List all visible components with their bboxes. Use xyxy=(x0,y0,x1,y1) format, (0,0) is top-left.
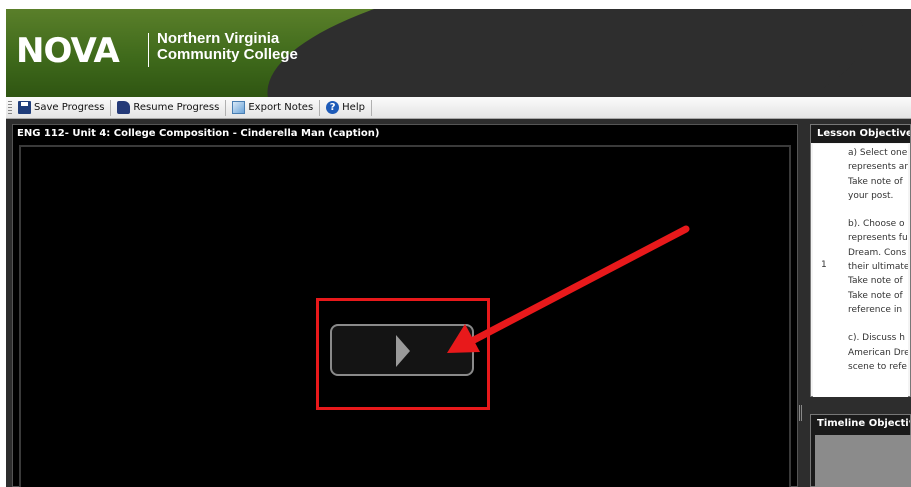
objective-line: represents fu xyxy=(848,233,908,244)
objective-line: scene to refe xyxy=(848,361,907,372)
lesson-objectives-title: Lesson Objectives xyxy=(811,125,910,143)
objective-line: reference in xyxy=(848,304,903,315)
objective-text: a) Select one represents ar Take note of… xyxy=(848,146,908,388)
annotation-arrow-icon xyxy=(447,225,690,353)
objective-line: their ultimate xyxy=(848,262,908,273)
objective-a: a) Select one represents ar Take note of… xyxy=(848,146,908,203)
objective-b: b). Choose o represents fu Dream. Cons t… xyxy=(848,217,908,317)
objective-line: Dream. Cons xyxy=(848,247,907,258)
timeline-objectives-panel: Timeline Objectives xyxy=(810,414,911,487)
objective-c: c). Discuss h American Dre scene to refe xyxy=(848,331,908,374)
objective-line: b). Choose o xyxy=(848,219,905,230)
lesson-objectives-panel: Lesson Objectives 1 a) Select one repres… xyxy=(810,124,911,397)
panel-splitter[interactable] xyxy=(799,405,802,421)
objective-line: a) Select one xyxy=(848,148,908,158)
timeline-objectives-title: Timeline Objectives xyxy=(811,415,910,433)
objective-number: 1 xyxy=(821,260,827,270)
timeline-objectives-body[interactable] xyxy=(815,435,911,487)
objective-line: Take note of xyxy=(848,176,903,187)
objective-line: Take note of xyxy=(848,276,903,287)
objective-line: American Dre xyxy=(848,347,908,358)
objective-line: your post. xyxy=(848,190,894,201)
objective-line: represents ar xyxy=(848,162,908,173)
objective-line: Take note of xyxy=(848,290,903,301)
lesson-objectives-body[interactable]: 1 a) Select one represents ar Take note … xyxy=(813,144,908,397)
objective-line: c). Discuss h xyxy=(848,333,905,344)
